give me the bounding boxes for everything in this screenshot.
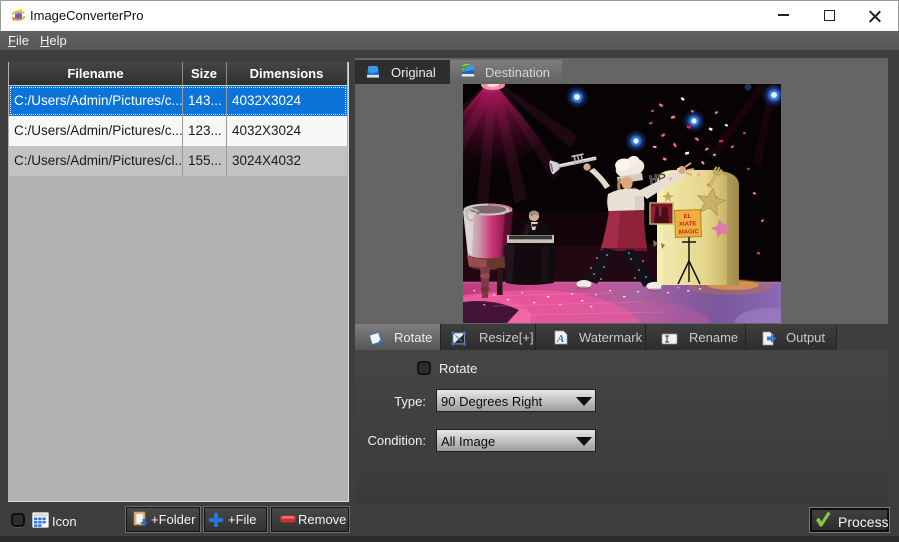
- svg-text:XIATE: XIATE: [679, 221, 696, 228]
- svg-text:MAGIC: MAGIC: [679, 229, 700, 236]
- svg-text:A: A: [556, 333, 564, 345]
- svg-text:EL: EL: [684, 214, 692, 220]
